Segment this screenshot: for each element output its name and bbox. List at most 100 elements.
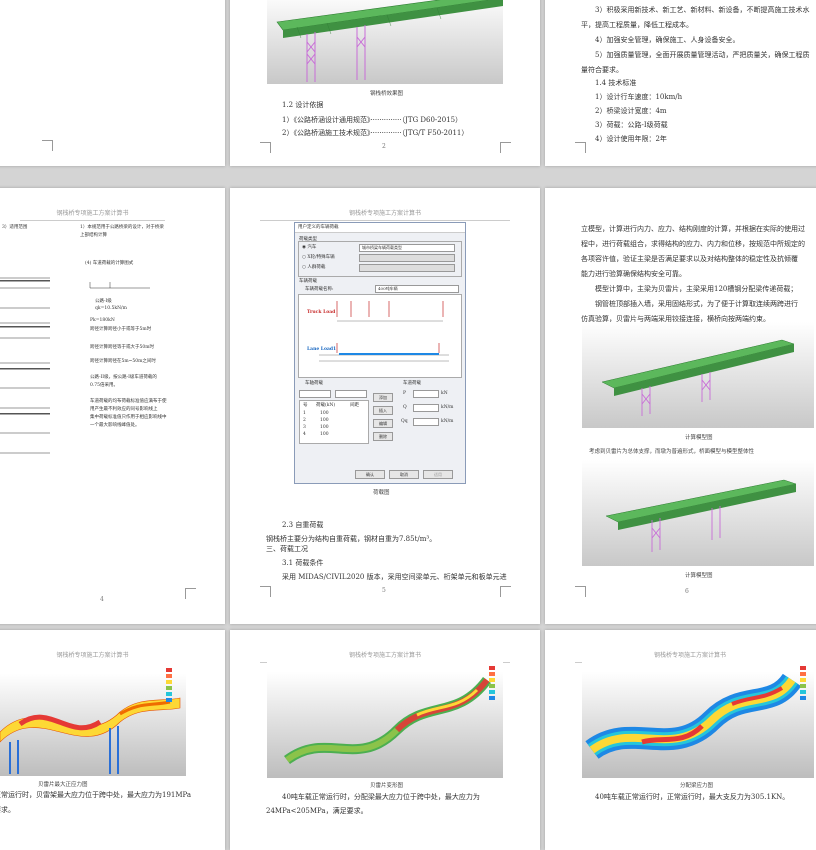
add-button[interactable]: 添加	[373, 393, 393, 402]
radio-car[interactable]: ◉ 汽车	[302, 244, 316, 250]
radio-special-vehicle[interactable]: ○ X轮/特殊车辆	[302, 254, 335, 260]
body-text: 程中，进行荷载组合，求得结构的应力、内力和位移，按规范中所规定的	[581, 240, 805, 248]
page-mid-right: 立模型，计算进行内力、应力、结构刚度的计算，并根据在实际的使用过 程中，进行荷载…	[545, 188, 816, 624]
body-text: 3）积极采用新技术、新工艺、新材料、新设备，不断提高施工技术水	[595, 6, 810, 14]
load-type-select[interactable]: 城市桥梁车辆荷载类型	[359, 244, 455, 252]
body-text: 钢栈桥主要分为结构自重荷载，钢材自重为7.85t/m³。	[266, 535, 437, 543]
lane-p-input[interactable]	[413, 390, 439, 398]
body-text: 平，提高工程质量，降低工程成本。	[581, 21, 693, 29]
table-cell: 100	[320, 432, 329, 437]
body-text: 公路-II级，按公路-I级车道荷载的	[90, 375, 157, 380]
stress-contour-image	[0, 662, 186, 776]
table-row[interactable]: 4	[303, 432, 306, 437]
crop-mark	[500, 142, 511, 153]
page-top-mid: 钢栈桥效果图 1.2 设计依据 1）《公路桥涵设计通用规范》··········…	[230, 0, 540, 166]
page-top-right: 3）积极采用新技术、新工艺、新材料、新设备，不断提高施工技术水 平，提高工程质量…	[545, 0, 816, 166]
body-text: 24MPa<205MPa，满足要求。	[266, 807, 368, 815]
crop-mark	[500, 586, 511, 597]
apply-button[interactable]: 适用	[423, 470, 453, 479]
spacing-input[interactable]	[335, 390, 367, 398]
load-diagram-panel: Truck Load Lane Load1	[298, 294, 462, 378]
lane-field-label: Qq	[401, 419, 408, 424]
figure-caption: 贝雷片变形图	[370, 783, 404, 789]
page-number: 2	[382, 143, 386, 150]
table-row[interactable]: 3	[303, 425, 306, 430]
delete-button[interactable]: 删除	[373, 432, 393, 441]
crop-mark	[185, 588, 196, 599]
disabled-select	[359, 254, 455, 262]
table-header: 间距	[350, 403, 359, 408]
edit-button[interactable]: 编辑	[373, 419, 393, 428]
axle-group-label: 车轴荷载	[305, 381, 323, 386]
page-mid-mid: 钢栈桥专项施工方案计算书 用户定义的车辆荷载 荷载类型 ◉ 汽车 ○ X轮/特殊…	[230, 188, 540, 624]
figure-caption: 分配梁应力图	[680, 783, 714, 789]
page-mid-left: 钢栈桥专项施工方案计算书 3）适用范围 1）本规范用于公路桥梁的设计，对于桥梁 …	[0, 188, 225, 624]
body-text: 1）设计行车速度：10km/h	[595, 93, 683, 101]
table-cell: 100	[320, 418, 329, 423]
figure-caption: 计算模型图	[685, 573, 713, 579]
page-bot-right: 钢栈桥专项施工方案计算书 分配梁应力图 40吨车载正常运行时，正常运行时，最大支…	[545, 630, 816, 850]
page-bot-mid: 钢栈桥专项施工方案计算书 贝雷片变形图 40吨车载正常运行时，分配梁最大应力位于…	[230, 630, 540, 850]
page-top-left	[0, 0, 225, 166]
bridge-render-image	[267, 0, 503, 84]
disabled-select	[359, 264, 455, 272]
radio-label: X轮/特殊车辆	[307, 255, 335, 260]
ok-button[interactable]: 确认	[355, 470, 385, 479]
deformation-svg	[284, 666, 495, 765]
cancel-button[interactable]: 取消	[389, 470, 419, 479]
page-header: 钢栈桥专项施工方案计算书	[20, 208, 165, 221]
vehicle-name-input[interactable]: 400吨车辆	[375, 285, 459, 293]
crop-mark	[575, 586, 586, 597]
table-cell: 100	[320, 425, 329, 430]
deformation-image	[267, 660, 503, 778]
truck-load-label: Truck Load	[307, 310, 336, 315]
body-text: 40吨车载正常运行时，分配梁最大应力位于跨中处，最大应力为	[282, 793, 480, 801]
insert-button[interactable]: 插入	[373, 406, 393, 415]
figure-caption: 贝雷片最大正应力图	[38, 782, 88, 788]
body-text: 集中荷载标准值只作用于相应影响线中	[90, 415, 167, 420]
axle-table: 号 荷载(kN) 间距 1 100 2 100 3 100 4 100	[299, 400, 369, 444]
body-text: 跨径计算跨径在5m~50m之间时	[90, 359, 156, 364]
body-text: 3）适用范围	[2, 225, 28, 230]
page-bot-left: 钢栈桥专项施工方案计算书 贝雷片最大正应力图 正常运行时，贝雷架最大应力位于跨中…	[0, 630, 225, 850]
lane-field-label: P	[403, 391, 407, 396]
section-heading: 三、荷载工况	[266, 545, 308, 553]
radio-label: 汽车	[307, 245, 317, 250]
body-text: (4) 车道荷载的计算图式	[85, 261, 134, 266]
body-text: 1）本规范用于公路桥梁的设计，对于桥梁	[80, 225, 164, 230]
table-header: 荷载(kN)	[316, 403, 336, 408]
body-text: 2）桥梁设计宽度：4m	[595, 107, 667, 115]
table-row[interactable]: 1	[303, 411, 306, 416]
table-cell: 100	[320, 411, 329, 416]
page-number: 4	[100, 596, 104, 603]
dialog-title: 用户定义的车辆荷载	[295, 223, 465, 233]
body-text: 车道荷载的均布荷载标准值应满布于使	[90, 399, 167, 404]
body-text: 立模型，计算进行内力、应力、结构刚度的计算，并根据在实际的使用过	[581, 225, 805, 233]
figure-note: 考虑到贝雷片为总体支撑，而墩为普遍形式，桥面模型与模型整体性	[589, 449, 755, 455]
table-row[interactable]: 2	[303, 418, 306, 423]
lane-unit: kN/m	[441, 405, 454, 410]
model-svg	[605, 479, 797, 552]
body-text: 要求。	[0, 806, 15, 814]
body-text: 3）荷载：公路-I级荷载	[595, 121, 668, 129]
axle-diagram-svg	[319, 301, 449, 362]
body-text: 一个最大影响线峰值处。	[90, 423, 140, 428]
contour-svg	[0, 668, 181, 774]
lane-q-input[interactable]	[413, 404, 439, 412]
axle-input[interactable]	[299, 390, 331, 398]
lane-unit: kN/m	[441, 419, 454, 424]
body-text: 各项容许值，验证主梁是否满足要求以及对结构整体的稳定性及抗倾覆	[581, 255, 798, 263]
section-heading: 3.1 荷载条件	[282, 559, 324, 567]
body-text: 跨径计算跨径等于或大于50m时	[90, 345, 154, 350]
lane-qq-input[interactable]	[413, 418, 439, 426]
load-diagram-svg	[0, 277, 150, 454]
page-header: 钢栈桥专项施工方案计算书	[260, 208, 510, 221]
bridge-render-svg	[276, 0, 503, 82]
section-heading: 2.3 自重荷载	[282, 521, 324, 529]
body-text: 用产生最不利效应的同号影响线上	[90, 407, 158, 412]
model-svg	[601, 339, 795, 416]
body-text: 采用 MIDAS/CIVIL2020 版本，采用空间梁单元、桁架单元和板单元进	[282, 573, 507, 581]
calc-model-image-1	[582, 322, 814, 428]
radio-crowd-load[interactable]: ○ 人群荷载	[302, 264, 325, 270]
body-text: 上部结构计算	[80, 233, 107, 238]
